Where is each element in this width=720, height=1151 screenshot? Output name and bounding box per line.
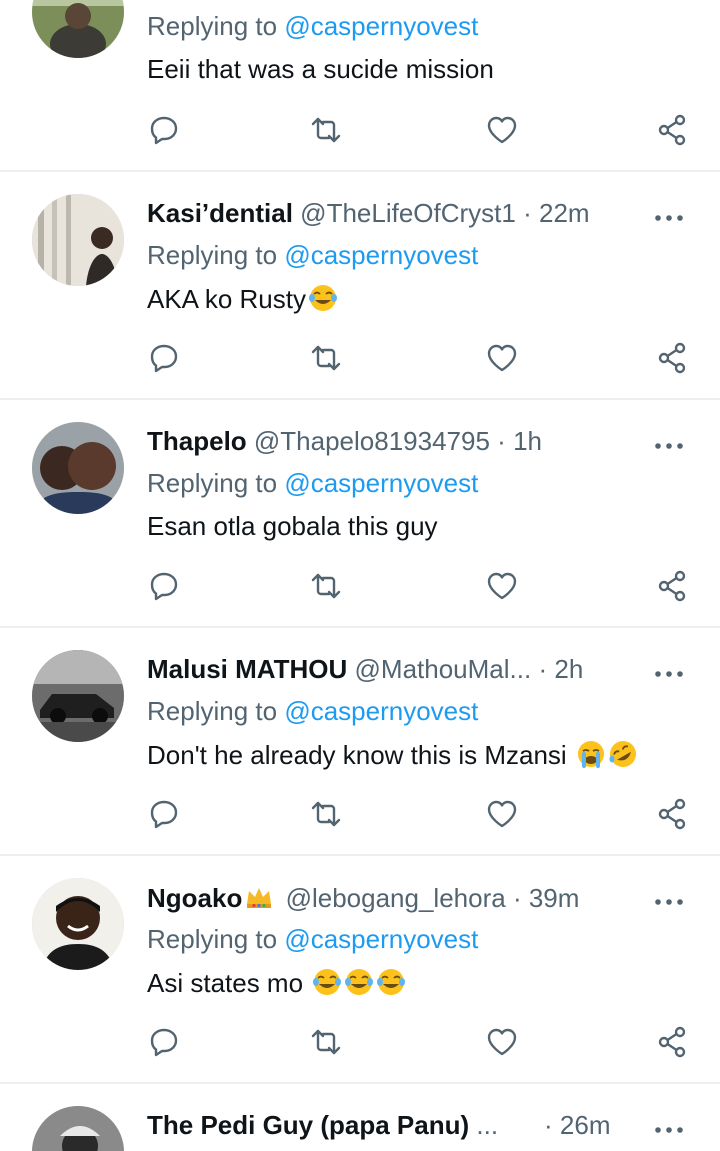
timestamp[interactable]: 26m [560,1110,611,1140]
like-icon[interactable] [485,1025,519,1059]
more-icon[interactable] [654,437,684,449]
replying-to: Replying to @caspernyovest [147,696,478,727]
reply-icon[interactable] [147,569,181,603]
replying-to: Replying to @caspernyovest [147,11,478,42]
display-name[interactable]: Thapelo [147,426,247,456]
like-icon[interactable] [485,341,519,375]
tweet-actions [0,797,720,831]
timestamp[interactable]: 39m [529,883,580,913]
avatar[interactable] [32,1106,124,1151]
rolling-on-floor-laughing-icon [609,741,636,767]
tweet-actions [0,113,720,147]
loudly-crying-face-icon [577,741,604,768]
display-name[interactable]: Ngoako [147,883,242,913]
more-icon[interactable] [654,893,684,905]
crown-icon [247,888,272,908]
replying-to-handle[interactable]: @caspernyovest [284,11,478,41]
replying-to-handle[interactable]: @caspernyovest [284,468,478,498]
reply-icon[interactable] [147,797,181,831]
face-with-tears-of-joy-icon [313,969,342,995]
avatar[interactable] [32,0,124,58]
face-with-tears-of-joy-icon [308,285,337,311]
time-separator: · [512,883,522,913]
replying-to: Replying to @caspernyovest [147,924,478,955]
more-icon[interactable] [654,665,684,677]
avatar[interactable] [32,422,124,514]
tweet-header: Kasi’dential @TheLifeOfCryst1 · 22m [147,198,630,232]
tweet-header: The Pedi Guy (papa Panu) ... [147,1110,550,1144]
tweet-actions [0,569,720,603]
tweet-actions [0,341,720,375]
tweet[interactable]: Replying to @caspernyovest Eeii that was… [0,0,720,170]
tweet[interactable]: Thapelo @Thapelo81934795 · 1h Replying t… [0,400,720,626]
user-handle[interactable]: @TheLifeOfCryst1 [300,198,516,228]
replying-to: Replying to @caspernyovest [147,468,478,499]
reply-icon[interactable] [147,341,181,375]
more-icon[interactable] [654,1121,684,1133]
reply-icon[interactable] [147,1025,181,1059]
tweet[interactable]: Ngoako @lebogang_lehora · 39m Replying t… [0,856,720,1082]
share-icon[interactable] [655,1025,689,1059]
display-name[interactable]: The Pedi Guy (papa Panu) [147,1110,469,1140]
like-icon[interactable] [485,569,519,603]
user-handle[interactable]: @lebogang_lehora [286,883,506,913]
tweet-header: Ngoako @lebogang_lehora · 39m [147,882,630,916]
tweet[interactable]: Malusi MATHOU @MathouMal... · 2h Replyin… [0,628,720,854]
time-separator: · [523,198,532,228]
tweet-text: AKA ko Rusty [147,283,338,315]
replying-prefix: Replying to [147,696,285,726]
time-separator: · [544,1110,553,1140]
retweet-icon[interactable] [309,341,343,375]
time-separator: · [497,426,506,456]
tweet-text: Eeii that was a sucide mission [147,54,494,84]
more-icon[interactable] [654,209,684,221]
face-with-tears-of-joy-icon [345,969,374,995]
display-name[interactable]: Kasi’dential [147,198,293,228]
user-handle[interactable]: @Thapelo81934795 [254,426,490,456]
tweet-time: · 26m [544,1110,650,1144]
retweet-icon[interactable] [309,797,343,831]
face-with-tears-of-joy-icon [377,969,406,995]
tweet-header: Malusi MATHOU @MathouMal... · 2h [147,654,630,688]
tweet[interactable]: Kasi’dential @TheLifeOfCryst1 · 22m Repl… [0,172,720,398]
reply-icon[interactable] [147,113,181,147]
replying-to-handle[interactable]: @caspernyovest [284,240,478,270]
share-icon[interactable] [655,341,689,375]
tweet-text: Don't he already know this is Mzansi [147,739,638,771]
share-icon[interactable] [655,113,689,147]
retweet-icon[interactable] [309,113,343,147]
replying-to-handle[interactable]: @caspernyovest [284,696,478,726]
tweet-text: Esan otla gobala this guy [147,511,438,541]
tweet-text: Asi states mo [147,967,406,999]
avatar[interactable] [32,650,124,742]
tweet-text-body: AKA ko Rusty [147,284,306,314]
timestamp[interactable]: 1h [513,426,542,456]
tweet-text-body: Don't he already know this is Mzansi [147,740,574,770]
like-icon[interactable] [485,113,519,147]
time-separator: · [538,654,548,684]
tweet[interactable]: The Pedi Guy (papa Panu) ... · 26m [0,1084,720,1151]
retweet-icon[interactable] [309,569,343,603]
tweet-actions [0,1025,720,1059]
timestamp[interactable]: 2h [554,654,583,684]
retweet-icon[interactable] [309,1025,343,1059]
replying-to-handle[interactable]: @caspernyovest [284,924,478,954]
avatar[interactable] [32,878,124,970]
tweet-header: Thapelo @Thapelo81934795 · 1h [147,426,630,460]
name-truncation: ... [476,1110,499,1140]
replying-prefix: Replying to [147,924,285,954]
replying-prefix: Replying to [147,468,285,498]
like-icon[interactable] [485,797,519,831]
display-name[interactable]: Malusi MATHOU [147,654,347,684]
replying-prefix: Replying to [147,11,285,41]
tweet-text-body: Asi states mo [147,968,311,998]
avatar[interactable] [32,194,124,286]
timestamp[interactable]: 22m [539,198,590,228]
replying-prefix: Replying to [147,240,285,270]
replying-to: Replying to @caspernyovest [147,240,478,271]
user-handle[interactable]: @MathouMal... [355,654,532,684]
share-icon[interactable] [655,797,689,831]
share-icon[interactable] [655,569,689,603]
